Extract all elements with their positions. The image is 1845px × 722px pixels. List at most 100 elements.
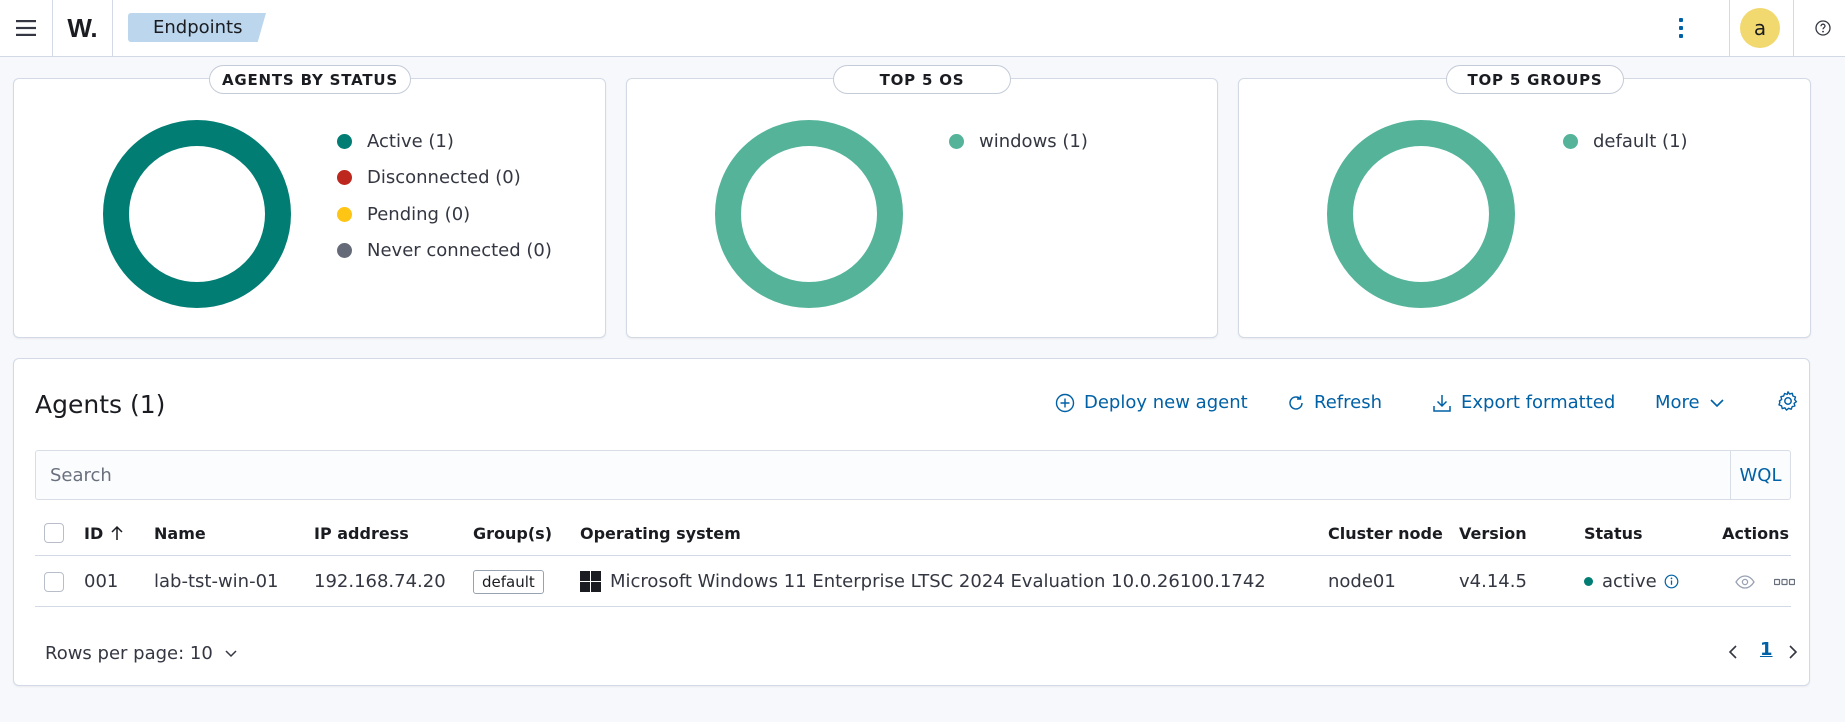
ellipsis-icon <box>1774 578 1795 585</box>
select-all-cell <box>44 511 64 555</box>
plus-circle-icon <box>1055 393 1075 412</box>
column-header-status[interactable]: Status <box>1584 511 1643 555</box>
eye-icon <box>1735 574 1755 589</box>
cell-os: Microsoft Windows 11 Enterprise LTSC 202… <box>580 557 1266 606</box>
top-5-groups-panel: TOP 5 GROUPS default (1) <box>1238 65 1811 338</box>
rows-per-page-button[interactable]: Rows per page: 10 <box>45 643 238 664</box>
status-donut-chart[interactable] <box>102 119 292 309</box>
chevron-down-icon <box>225 650 237 658</box>
panel-title: AGENTS BY STATUS <box>209 65 411 94</box>
kebab-menu-button[interactable] <box>1660 0 1702 56</box>
menu-icon <box>16 20 36 36</box>
breadcrumb-label: Endpoints <box>153 17 243 38</box>
export-label: Export formatted <box>1461 392 1616 413</box>
id-header-label: ID <box>84 523 104 543</box>
groups-donut-chart[interactable] <box>1326 119 1516 309</box>
column-header-actions: Actions <box>1722 523 1789 543</box>
table-settings-button[interactable] <box>1777 390 1799 412</box>
legend-label: Disconnected (0) <box>367 167 521 189</box>
top-5-os-panel: TOP 5 OS windows (1) <box>626 65 1218 338</box>
previous-page-button[interactable] <box>1728 637 1738 667</box>
top-bar: W. Endpoints a <box>0 0 1845 57</box>
status-label: active <box>1602 571 1657 592</box>
table-header: ID Name IP address Group(s) Operating sy… <box>35 511 1791 556</box>
sort-ascending-icon <box>111 525 123 540</box>
download-icon <box>1433 394 1451 412</box>
os-label: Microsoft Windows 11 Enterprise LTSC 202… <box>610 571 1266 592</box>
cell-version: v4.14.5 <box>1459 571 1527 592</box>
donut-ring <box>1327 120 1515 308</box>
column-header-os[interactable]: Operating system <box>580 511 741 555</box>
page-1-button[interactable]: 1 <box>1760 639 1773 660</box>
donut-ring <box>103 120 291 308</box>
agents-table-panel: Agents (1) Deploy new agent Refresh Expo… <box>13 358 1810 686</box>
legend-item-default[interactable]: default (1) <box>1563 123 1688 160</box>
status-dot-icon <box>337 206 352 222</box>
breadcrumb-endpoints[interactable]: Endpoints <box>128 13 266 42</box>
column-header-id[interactable]: ID <box>84 511 124 555</box>
group-badge[interactable]: default <box>473 569 544 594</box>
os-donut-chart[interactable] <box>714 119 904 309</box>
column-header-groups[interactable]: Group(s) <box>473 511 552 555</box>
user-avatar[interactable]: a <box>1737 0 1783 56</box>
select-all-checkbox[interactable] <box>44 523 64 543</box>
legend-label: windows (1) <box>979 130 1088 152</box>
cell-name: lab-tst-win-01 <box>154 571 279 592</box>
panel-title: TOP 5 GROUPS <box>1446 65 1624 94</box>
column-header-ip[interactable]: IP address <box>314 511 409 555</box>
row-actions-button[interactable] <box>1774 557 1795 606</box>
legend-item-windows[interactable]: windows (1) <box>949 123 1088 160</box>
legend-label: Never connected (0) <box>367 240 552 262</box>
view-agent-button[interactable] <box>1735 557 1755 606</box>
agents-title: Agents (1) <box>35 390 166 419</box>
menu-button[interactable] <box>0 0 52 56</box>
search-input[interactable] <box>36 451 1756 499</box>
panel-title: TOP 5 OS <box>833 65 1011 94</box>
gear-icon <box>1778 391 1798 411</box>
next-page-button[interactable] <box>1788 637 1798 667</box>
wql-button[interactable]: WQL <box>1730 451 1790 499</box>
kebab-icon <box>1679 18 1683 38</box>
export-formatted-button[interactable]: Export formatted <box>1432 392 1615 413</box>
cell-ip: 192.168.74.20 <box>314 571 446 592</box>
refresh-button[interactable]: Refresh <box>1287 392 1382 413</box>
legend-item-never-connected[interactable]: Never connected (0) <box>337 233 552 270</box>
legend-label: default (1) <box>1593 130 1688 152</box>
status-dot-icon <box>337 243 352 259</box>
logo-text: W. <box>67 12 98 43</box>
deploy-new-agent-button[interactable]: Deploy new agent <box>1055 392 1248 413</box>
legend-label: Active (1) <box>367 130 454 152</box>
os-dot-icon <box>949 133 964 149</box>
os-legend: windows (1) <box>949 123 1088 160</box>
donut-ring <box>715 120 903 308</box>
avatar-initial: a <box>1753 16 1767 40</box>
info-icon[interactable] <box>1664 574 1679 589</box>
more-label: More <box>1655 392 1700 413</box>
refresh-icon <box>1289 395 1303 410</box>
legend-item-pending[interactable]: Pending (0) <box>337 196 552 233</box>
legend-item-disconnected[interactable]: Disconnected (0) <box>337 160 552 197</box>
chevron-left-icon <box>1728 645 1737 659</box>
column-header-node[interactable]: Cluster node <box>1328 511 1443 555</box>
more-dropdown-button[interactable]: More <box>1655 392 1725 413</box>
table-row[interactable]: 001 lab-tst-win-01 192.168.74.20 default… <box>35 557 1795 607</box>
deploy-label: Deploy new agent <box>1084 392 1248 413</box>
legend-label: Pending (0) <box>367 203 471 225</box>
help-icon <box>1814 20 1831 36</box>
app-logo[interactable]: W. <box>53 0 112 56</box>
avatar-circle: a <box>1740 8 1780 48</box>
cell-group: default <box>473 557 544 606</box>
column-header-version[interactable]: Version <box>1459 511 1527 555</box>
help-button[interactable] <box>1800 0 1845 56</box>
status-legend: Active (1) Disconnected (0) Pending (0) … <box>337 123 552 269</box>
active-status-icon <box>1584 577 1593 586</box>
cell-status: active <box>1584 557 1679 606</box>
cell-node: node01 <box>1328 571 1396 592</box>
search-bar: WQL <box>35 450 1791 500</box>
groups-legend: default (1) <box>1563 123 1688 160</box>
status-dot-icon <box>337 133 352 149</box>
group-dot-icon <box>1563 133 1578 149</box>
column-header-name[interactable]: Name <box>154 511 206 555</box>
legend-item-active[interactable]: Active (1) <box>337 123 552 160</box>
row-checkbox[interactable] <box>44 571 64 592</box>
